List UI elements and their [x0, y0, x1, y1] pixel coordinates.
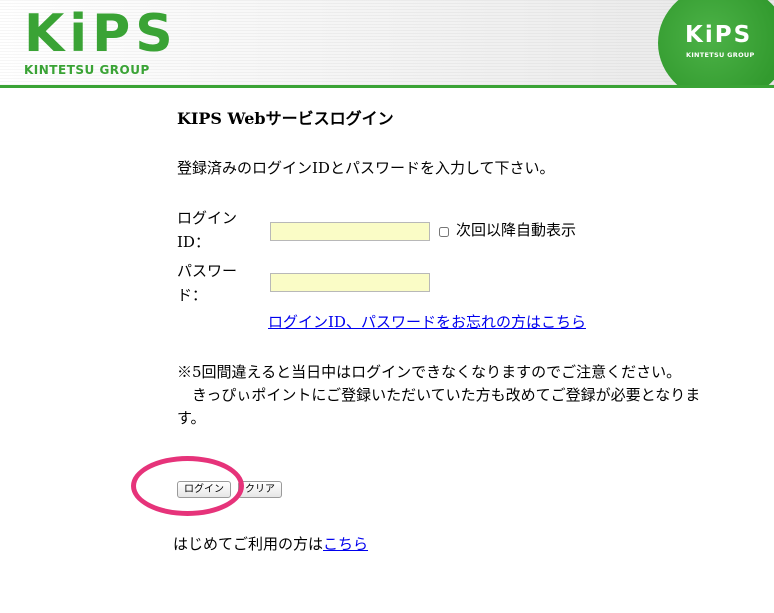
password-input[interactable]	[270, 273, 430, 292]
notice-line-2: きっぴぃポイントにご登録いただいていた方も改めてご登録が必要となります。	[177, 386, 701, 427]
login-instruction: 登録済みのログインIDとパスワードを入力して下さい。	[177, 159, 555, 177]
login-id-label: ログイン ID：	[177, 206, 247, 254]
first-time-user-text: はじめてご利用の方はこちら	[173, 533, 368, 554]
page-title: KIPS Webサービスログイン	[177, 109, 394, 128]
password-label: パスワー ド：	[177, 259, 247, 307]
first-time-link[interactable]: こちら	[323, 535, 368, 553]
circle-logo-group-text: KINTETSU GROUP	[686, 51, 755, 59]
forgot-credentials-link[interactable]: ログインID、パスワードをお忘れの方はこちら	[268, 311, 586, 332]
clear-button[interactable]: クリア	[238, 481, 282, 498]
notice-line-1: ※5回間違えると当日中はログインできなくなりますのでご注意ください。	[177, 363, 682, 381]
circle-logo-wordmark: KiPS	[685, 22, 753, 48]
login-id-label-line1: ログイン	[177, 209, 238, 227]
login-id-label-line2: ID：	[177, 233, 210, 251]
auto-display-label[interactable]: 次回以降自動表示	[456, 219, 576, 240]
logo-group-text: KINTETSU GROUP	[24, 63, 150, 77]
kips-circle-logo: KiPS KINTETSU GROUP	[658, 0, 774, 85]
kips-logo[interactable]: KiPS KINTETSU GROUP	[24, 6, 178, 77]
auto-display-checkbox[interactable]	[439, 227, 449, 237]
logo-wordmark: KiPS	[24, 4, 178, 64]
first-time-text: はじめてご利用の方は	[173, 535, 324, 553]
login-id-input[interactable]	[270, 222, 430, 241]
login-notice: ※5回間違えると当日中はログインできなくなりますのでご注意ください。 きっぴぃポ…	[177, 361, 717, 430]
password-label-line1: パスワー	[177, 262, 238, 280]
login-button[interactable]: ログイン	[177, 481, 231, 498]
site-header: KiPS KINTETSU GROUP KiPS KINTETSU GROUP	[0, 0, 774, 88]
password-label-line2: ド：	[177, 286, 208, 304]
